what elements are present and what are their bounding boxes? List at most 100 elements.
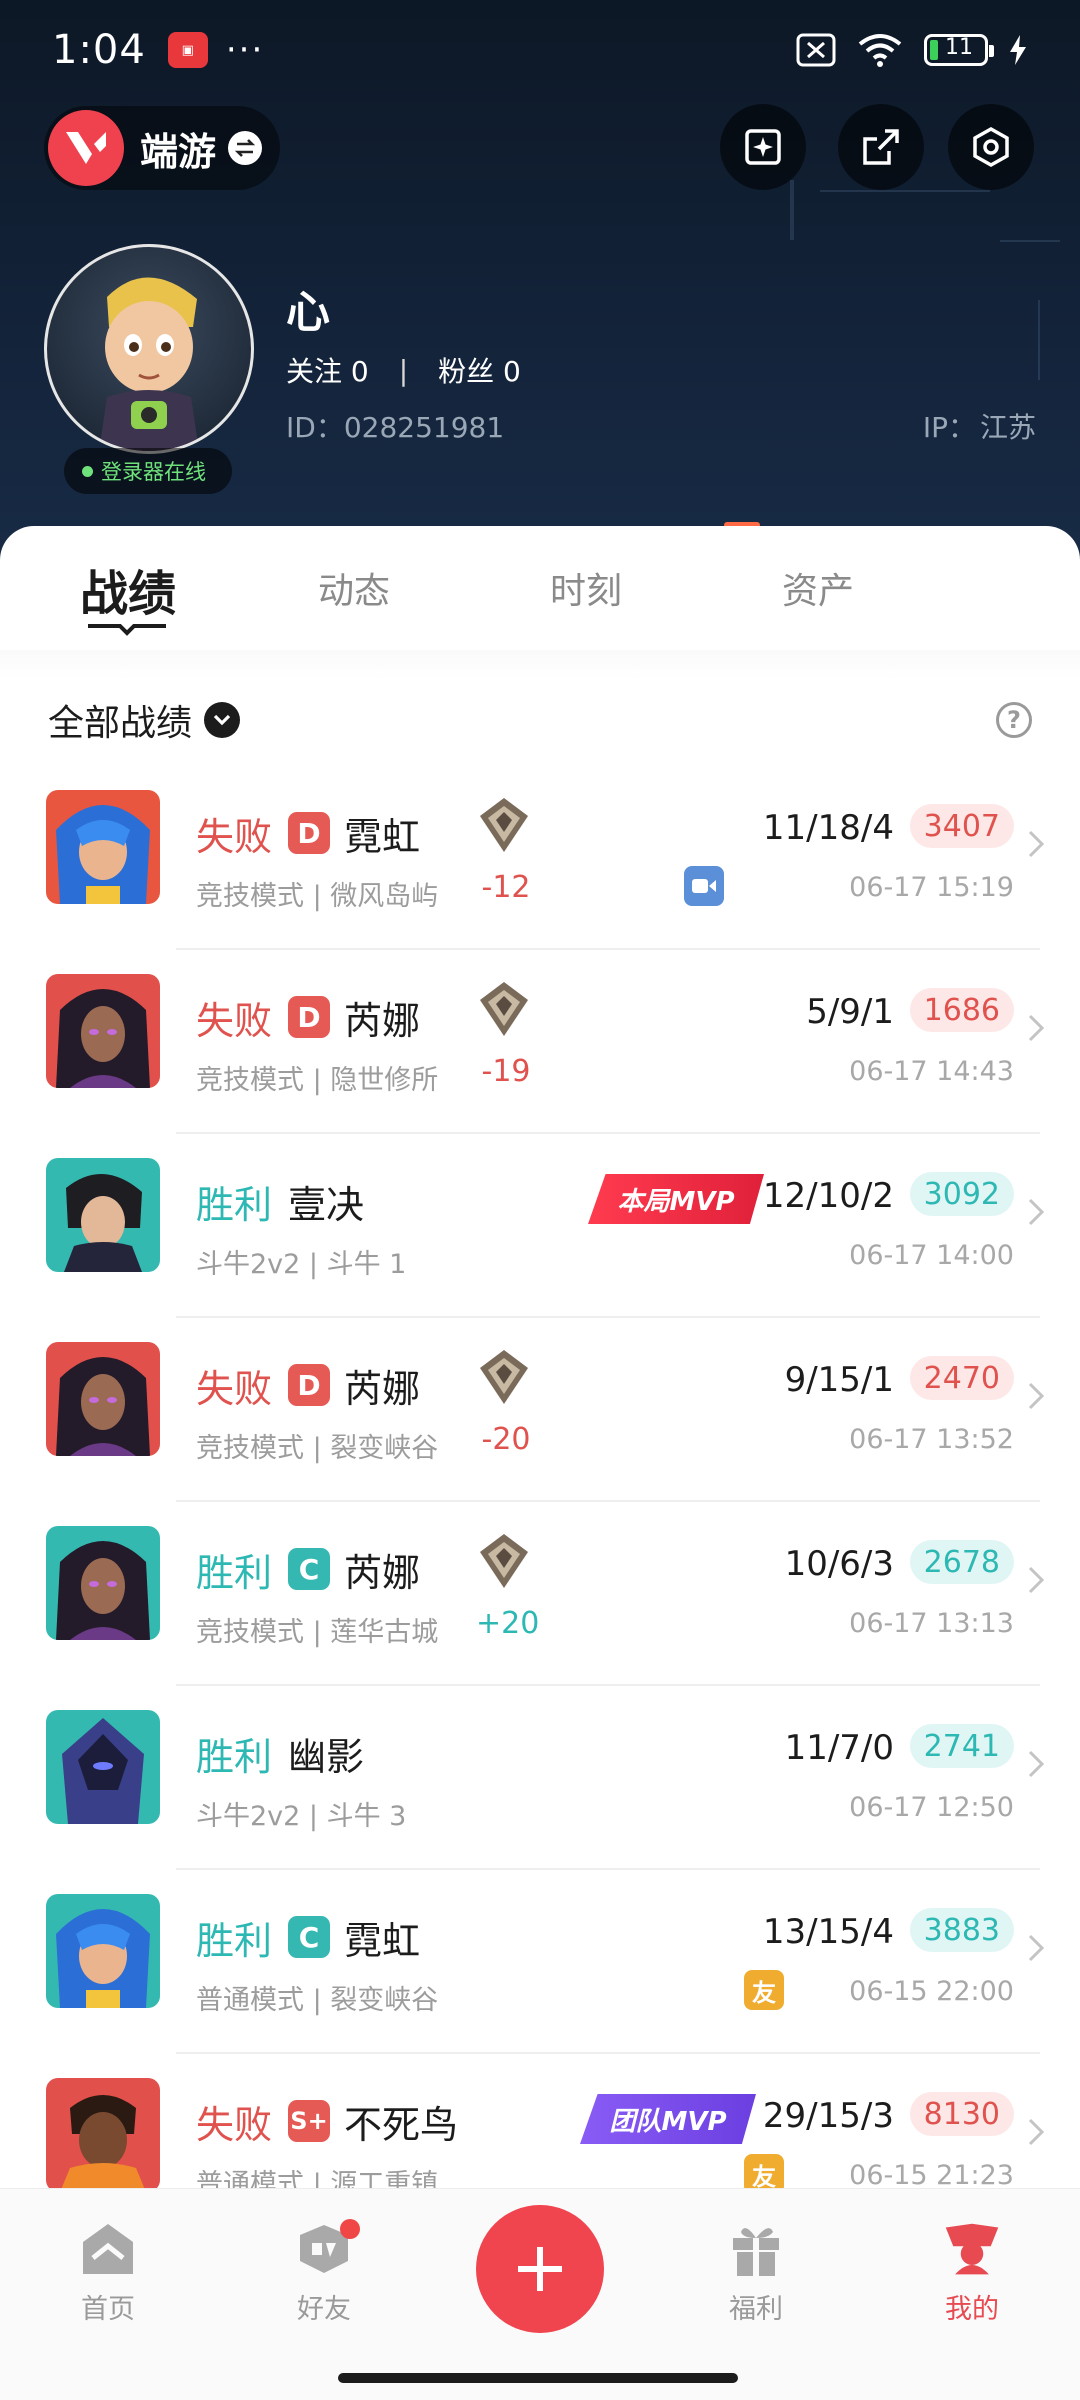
swap-icon bbox=[228, 131, 263, 165]
hero-portrait bbox=[46, 1526, 160, 1640]
match-mode: 普通模式 | 裂变峡谷 bbox=[196, 1985, 439, 2016]
match-row[interactable]: 失败 D 芮娜 竞技模式 | 隐世修所 -19 5/9/1 1686 06-17… bbox=[0, 950, 1080, 1134]
more-notifications-icon: ··· bbox=[225, 30, 265, 70]
match-result: 胜利 bbox=[196, 1735, 273, 1779]
hero-portrait bbox=[46, 1894, 160, 2008]
hero-name: 霓虹 bbox=[344, 1919, 421, 1963]
notification-dot bbox=[340, 2219, 360, 2239]
following-count[interactable]: 关注 0 bbox=[286, 350, 369, 390]
nav-me-label: 我的 bbox=[945, 2294, 999, 2325]
grade-badge: D bbox=[288, 812, 330, 854]
mvp-badge: 团队MVP bbox=[580, 2094, 756, 2144]
chevron-down-icon[interactable] bbox=[204, 702, 241, 738]
profile-header: 1:04 ▣ ··· 11 端游 登录器在线 心 关注 0 | 粉丝 0 ID：… bbox=[0, 0, 1080, 560]
kda: 11/7/0 bbox=[784, 1728, 894, 1768]
nav-home-label: 首页 bbox=[81, 2294, 135, 2325]
score-badge: 3407 bbox=[909, 804, 1014, 848]
hero-portrait bbox=[46, 974, 160, 1088]
home-indicator[interactable] bbox=[338, 2373, 738, 2383]
tab-moments[interactable]: 时刻 bbox=[550, 562, 622, 614]
valorant-logo-icon bbox=[48, 110, 124, 186]
game-name: 端游 bbox=[140, 129, 217, 174]
match-time: 06-15 22:00 bbox=[849, 1976, 1014, 2007]
match-time: 06-17 13:13 bbox=[849, 1608, 1014, 1639]
charging-icon bbox=[1010, 35, 1026, 65]
match-row[interactable]: 胜利 幽影 斗牛2v2 | 斗牛 3 11/7/0 2741 06-17 12:… bbox=[0, 1686, 1080, 1870]
match-mode: 竞技模式 | 裂变峡谷 bbox=[196, 1433, 439, 1464]
online-status-text: 登录器在线 bbox=[101, 460, 206, 484]
hero-name: 壹决 bbox=[288, 1183, 365, 1227]
chevron-right-icon bbox=[1028, 830, 1045, 858]
match-result: 失败 bbox=[196, 999, 273, 1043]
avatar[interactable] bbox=[44, 244, 254, 454]
match-row[interactable]: 胜利 壹决 斗牛2v2 | 斗牛 1 本局MVP 12/10/2 3092 06… bbox=[0, 1134, 1080, 1318]
help-icon[interactable]: ? bbox=[996, 702, 1032, 738]
score-badge: 2678 bbox=[909, 1540, 1014, 1584]
online-status-badge: 登录器在线 bbox=[64, 448, 232, 494]
hero-name: 霓虹 bbox=[344, 815, 421, 859]
ip-location: IP： 江苏 bbox=[919, 406, 1036, 446]
avatar-character-image bbox=[99, 277, 199, 451]
user-id: ID：028251981 bbox=[286, 411, 505, 444]
hero-portrait bbox=[46, 1710, 160, 1824]
rank-delta: -12 bbox=[481, 870, 531, 905]
grade-badge: S+ bbox=[288, 2100, 330, 2142]
score-badge: 1686 bbox=[909, 988, 1014, 1032]
chevron-right-icon bbox=[1028, 1198, 1045, 1226]
match-time: 06-17 15:19 bbox=[849, 872, 1014, 903]
match-result: 失败 bbox=[196, 2103, 273, 2147]
card-edit-button[interactable] bbox=[720, 104, 806, 190]
game-switch-button[interactable]: 端游 bbox=[44, 106, 280, 190]
match-result: 胜利 bbox=[196, 1183, 273, 1227]
plus-icon bbox=[518, 2247, 562, 2291]
settings-button[interactable] bbox=[948, 104, 1034, 190]
tab-bar: 战绩 动态 时刻 资产 bbox=[0, 526, 1080, 650]
gift-icon bbox=[726, 2219, 786, 2279]
grade-badge: D bbox=[288, 1364, 330, 1406]
nav-me[interactable]: 我的 bbox=[912, 2219, 1032, 2326]
tab-assets[interactable]: 资产 bbox=[782, 562, 854, 614]
match-list: 失败 D 霓虹 竞技模式 | 微风岛屿 -12 11/18/4 3407 06-… bbox=[0, 766, 1080, 2238]
match-row[interactable]: 胜利 C 芮娜 竞技模式 | 莲华古城 +20 10/6/3 2678 06-1… bbox=[0, 1502, 1080, 1686]
nickname: 心 bbox=[286, 287, 330, 338]
ip-label: IP： bbox=[922, 411, 976, 444]
nav-friends[interactable]: 好友 bbox=[264, 2219, 384, 2326]
rank-emblem-icon bbox=[480, 982, 528, 1036]
kda: 29/15/3 bbox=[762, 2096, 894, 2136]
chevron-right-icon bbox=[1028, 1934, 1045, 1962]
mvp-badge: 本局MVP bbox=[588, 1174, 764, 1224]
tab-feed[interactable]: 动态 bbox=[318, 562, 390, 614]
score-badge: 2470 bbox=[909, 1356, 1014, 1400]
settings-hexagon-icon bbox=[973, 126, 1009, 168]
match-row[interactable]: 胜利 C 霓虹 普通模式 | 裂变峡谷 13/15/4 3883 友 06-15… bbox=[0, 1870, 1080, 2054]
score-badge: 3092 bbox=[909, 1172, 1014, 1216]
match-mode: 竞技模式 | 莲华古城 bbox=[196, 1617, 439, 1648]
hero-name: 芮娜 bbox=[344, 999, 421, 1043]
score-badge: 8130 bbox=[909, 2092, 1014, 2136]
share-button[interactable] bbox=[838, 104, 924, 190]
score-badge: 2741 bbox=[909, 1724, 1014, 1768]
rank-delta: -20 bbox=[481, 1422, 531, 1457]
video-replay-icon[interactable] bbox=[684, 866, 724, 906]
nav-benefits-label: 福利 bbox=[729, 2294, 783, 2325]
hero-name: 芮娜 bbox=[344, 1367, 421, 1411]
hero-portrait bbox=[46, 2078, 160, 2192]
create-post-button[interactable] bbox=[476, 2205, 604, 2333]
kda: 9/15/1 bbox=[784, 1360, 894, 1400]
match-time: 06-17 14:43 bbox=[849, 1056, 1014, 1087]
match-row[interactable]: 失败 D 霓虹 竞技模式 | 微风岛屿 -12 11/18/4 3407 06-… bbox=[0, 766, 1080, 950]
status-bar: 1:04 ▣ ··· 11 bbox=[0, 0, 1080, 100]
filter-dropdown-label[interactable]: 全部战绩 bbox=[48, 694, 192, 746]
match-time: 06-17 12:50 bbox=[849, 1792, 1014, 1823]
hero-portrait bbox=[46, 1158, 160, 1272]
tab-record[interactable]: 战绩 bbox=[80, 554, 176, 624]
tabs-shadow bbox=[0, 650, 1080, 680]
rank-emblem-icon bbox=[480, 798, 528, 852]
match-time: 06-17 14:00 bbox=[849, 1240, 1014, 1271]
rank-emblem-icon bbox=[480, 1350, 528, 1404]
match-row[interactable]: 失败 D 芮娜 竞技模式 | 裂变峡谷 -20 9/15/1 2470 06-1… bbox=[0, 1318, 1080, 1502]
nav-benefits[interactable]: 福利 bbox=[696, 2219, 816, 2326]
match-mode: 斗牛2v2 | 斗牛 1 bbox=[196, 1249, 407, 1280]
nav-home[interactable]: 首页 bbox=[48, 2219, 168, 2326]
fans-count[interactable]: 粉丝 0 bbox=[438, 350, 521, 390]
